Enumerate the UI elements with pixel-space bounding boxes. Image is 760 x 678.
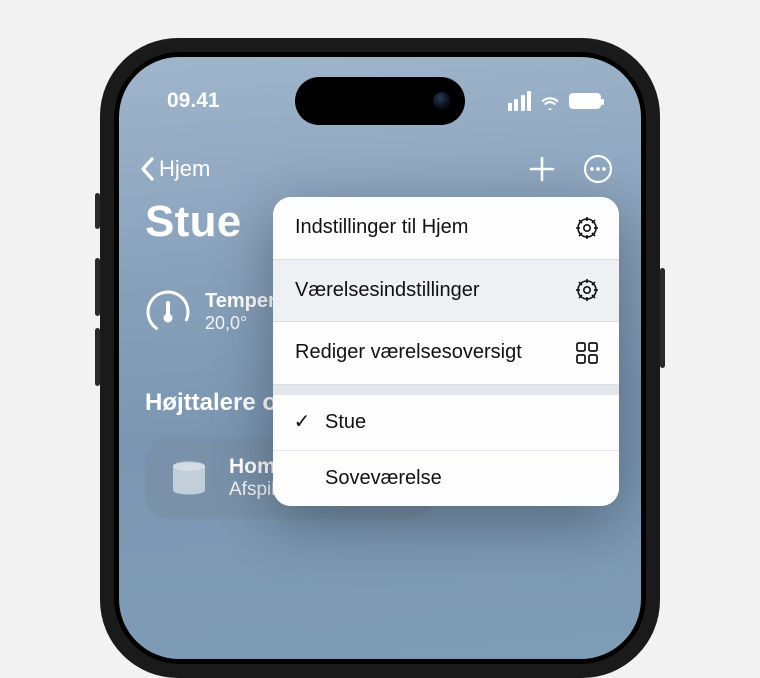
menu-room-settings[interactable]: Værelsesindstillinger bbox=[273, 260, 619, 323]
menu-edit-overview[interactable]: Rediger værelsesoversigt bbox=[273, 322, 619, 385]
menu-item-label: Værelsesindstillinger bbox=[295, 278, 561, 304]
checkmark-icon: ✓ bbox=[291, 412, 313, 432]
thermometer-icon bbox=[145, 289, 191, 335]
menu-item-label: Indstillinger til Hjem bbox=[295, 215, 561, 241]
back-button[interactable]: Hjem bbox=[139, 156, 210, 182]
mute-switch[interactable] bbox=[95, 193, 100, 229]
add-button[interactable] bbox=[527, 154, 557, 184]
gear-icon bbox=[575, 216, 599, 240]
battery-icon bbox=[569, 93, 601, 109]
dynamic-island bbox=[295, 77, 465, 125]
cellular-icon bbox=[508, 91, 532, 111]
screen: 09.41 bbox=[119, 57, 641, 659]
gear-icon bbox=[575, 278, 599, 302]
back-label: Hjem bbox=[159, 156, 210, 182]
menu-room-sovevaerelse[interactable]: Soveværelse bbox=[273, 451, 619, 506]
status-time: 09.41 bbox=[167, 89, 220, 113]
room-label: Stue bbox=[325, 411, 366, 434]
room-label: Soveværelse bbox=[325, 467, 442, 490]
chevron-left-icon bbox=[139, 156, 157, 182]
context-menu: Indstillinger til Hjem Værelsesindstil bbox=[273, 197, 619, 506]
menu-home-settings[interactable]: Indstillinger til Hjem bbox=[273, 197, 619, 260]
menu-room-stue[interactable]: ✓ Stue bbox=[273, 395, 619, 451]
homepod-icon bbox=[167, 458, 211, 498]
menu-item-label: Rediger værelsesoversigt bbox=[295, 340, 561, 366]
menu-divider bbox=[273, 385, 619, 395]
power-button[interactable] bbox=[660, 268, 665, 368]
nav-bar: Hjem bbox=[119, 145, 641, 193]
volume-up-button[interactable] bbox=[95, 258, 100, 316]
front-camera bbox=[433, 92, 451, 110]
phone-frame: 09.41 bbox=[100, 38, 660, 678]
volume-down-button[interactable] bbox=[95, 328, 100, 386]
grid-icon bbox=[575, 341, 599, 365]
more-button[interactable] bbox=[583, 154, 613, 184]
wifi-icon bbox=[539, 92, 561, 110]
